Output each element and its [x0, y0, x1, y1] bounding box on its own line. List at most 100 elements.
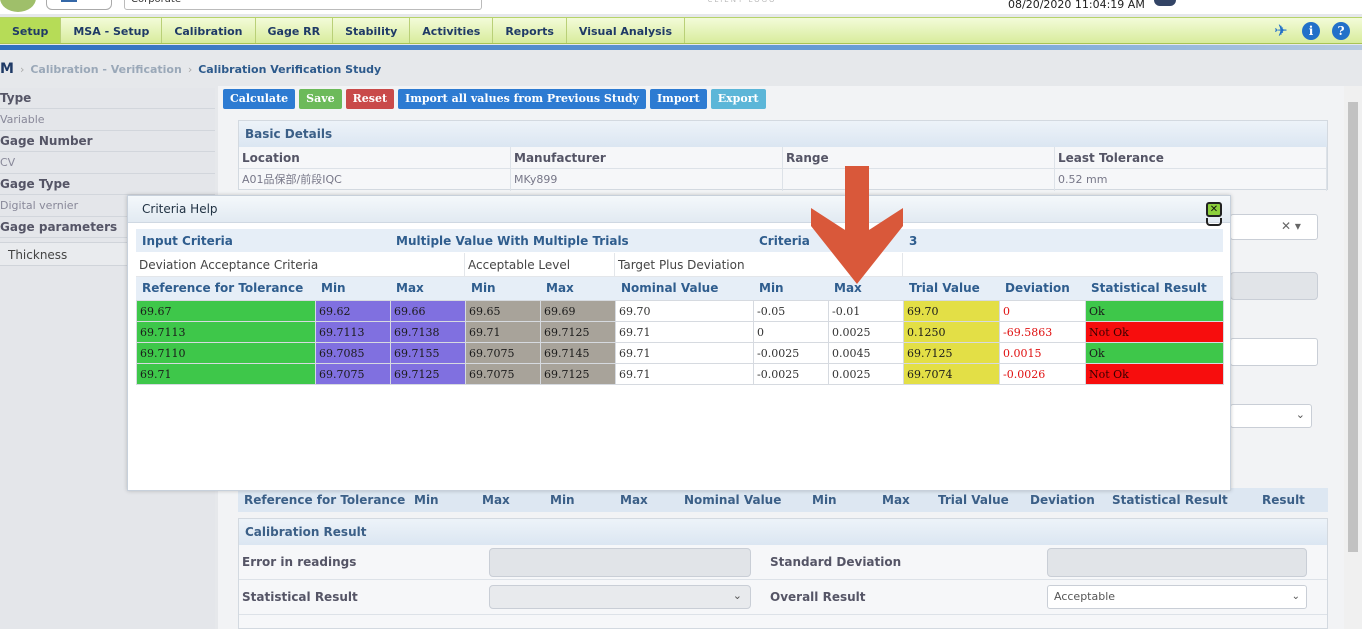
top-header: Corporate CLIENT LOGO 08/20/2020 11:04:1… [0, 0, 1362, 14]
datetime: 08/20/2020 11:04:19 AM [1008, 0, 1145, 11]
app-logo [0, 0, 36, 12]
table-cell: 69.65 [465, 300, 541, 322]
info-icon[interactable]: i [1302, 22, 1320, 40]
criteria-table: 69.67 69.62 69.66 69.65 69.69 69.70 -0.05 -0.01… [136, 300, 1224, 385]
statistical-result-select[interactable]: ⌄ [489, 585, 751, 609]
criteria-help-dialog: Criteria Help ✕ Input Criteria Multiple … [127, 195, 1231, 491]
breadcrumb-calibration-verification[interactable]: Calibration - Verification [30, 63, 181, 76]
table-cell: 69.70 [903, 300, 1000, 322]
table-cell: -0.01 [828, 300, 904, 322]
help-icon[interactable]: ? [1332, 22, 1350, 40]
table-cell: 0.0025 [828, 321, 904, 343]
table-row: 69.67 69.62 69.66 69.65 69.69 69.70 -0.05 -0.01… [136, 300, 1224, 322]
table-cell: -69.5863 [999, 321, 1086, 343]
location-value: A01品保部/前段IQC [242, 173, 342, 186]
col-min: Min [321, 281, 346, 295]
tab-calibration[interactable]: Calibration [162, 18, 256, 43]
vertical-scrollbar[interactable] [1344, 86, 1362, 629]
gage-type-label: Gage Type [0, 174, 215, 195]
table-cell: 69.71 [615, 321, 754, 343]
calibration-result-panel: Calibration Result Error in readings Sta… [238, 518, 1328, 629]
col-trial-value: Trial Value [938, 493, 1009, 507]
table-cell: 69.7113 [136, 321, 316, 343]
pin-icon[interactable]: ✈ [1272, 22, 1290, 40]
tab-reports[interactable]: Reports [493, 18, 567, 43]
acceptable-level-label: Acceptable Level [465, 252, 615, 277]
table-cell: 69.7145 [540, 342, 616, 364]
tab-activities[interactable]: Activities [410, 18, 494, 43]
error-in-readings-field[interactable] [489, 547, 751, 577]
table-cell: 69.71 [465, 321, 541, 343]
table-cell: -0.05 [753, 300, 829, 322]
tab-setup[interactable]: Setup [0, 18, 62, 43]
col-deviation: Deviation [1030, 493, 1095, 507]
table-cell: 69.7113 [315, 321, 391, 343]
col-nominal-value: Nominal Value [684, 493, 782, 507]
tab-stability[interactable]: Stability [333, 18, 411, 43]
col-max: Max [882, 493, 910, 507]
col-result: Result [1262, 493, 1305, 507]
location-label: Location [239, 147, 510, 169]
type-label: Type [0, 88, 215, 109]
table-cell: Ok [1085, 300, 1224, 322]
breadcrumb-home[interactable]: M [0, 61, 14, 77]
col-max: Max [482, 493, 510, 507]
table-cell: 0.0015 [999, 342, 1086, 364]
breadcrumb-current: Calibration Verification Study [198, 63, 382, 76]
basic-details-title: Basic Details [239, 121, 1327, 147]
import-button[interactable]: Import [650, 89, 707, 109]
col-statistical-result: Statistical Result [1112, 493, 1228, 507]
table-cell: 69.7110 [136, 342, 316, 364]
trial-table-header: Reference for Tolerance Min Max Min Max … [238, 488, 1328, 512]
close-icon-shadow [1206, 218, 1222, 226]
table-cell: -0.0025 [753, 363, 829, 385]
multiple-value-label: Multiple Value With Multiple Trials [396, 233, 629, 248]
background-field [1230, 272, 1318, 300]
table-cell: 69.7075 [315, 363, 391, 385]
col-max: Max [620, 493, 648, 507]
criteria-column-header: Reference for Tolerance Min Max Min Max … [136, 277, 1223, 300]
table-cell: -0.0025 [753, 342, 829, 364]
manufacturer-label: Manufacturer [511, 147, 782, 169]
tab-visual-analysis[interactable]: Visual Analysis [567, 18, 685, 43]
input-criteria-row: Input Criteria Multiple Value With Multi… [136, 229, 1223, 253]
scrollbar-thumb[interactable] [1348, 102, 1358, 552]
toolbar: Calculate Save Reset Import all values f… [223, 89, 766, 109]
tab-gage-rr[interactable]: Gage RR [256, 18, 334, 43]
overall-result-select[interactable]: Acceptable ⌄ [1047, 585, 1307, 609]
user-icon[interactable] [1154, 0, 1176, 6]
background-input[interactable] [1230, 338, 1318, 366]
table-cell: 69.7074 [903, 363, 1000, 385]
table-cell: -0.0026 [999, 363, 1086, 385]
type-value: Variable [0, 109, 215, 131]
gage-number-label: Gage Number [0, 131, 215, 152]
corporate-select[interactable]: Corporate [124, 0, 482, 10]
calculate-button[interactable]: Calculate [223, 89, 296, 109]
col-min: Min [550, 493, 575, 507]
basic-details-panel: Basic Details Location A01品保部/前段IQC Manuf… [238, 120, 1328, 191]
table-cell: 69.7075 [465, 363, 541, 385]
table-cell: 69.7125 [903, 342, 1000, 364]
background-dropdown[interactable]: ⌄ [1230, 404, 1312, 428]
table-cell: 69.71 [615, 342, 754, 364]
input-criteria-label: Input Criteria [142, 233, 233, 248]
least-tolerance-label: Least Tolerance [1055, 147, 1326, 169]
table-cell: 69.7138 [390, 321, 466, 343]
standard-deviation-field[interactable] [1047, 547, 1307, 577]
company-logo [46, 0, 112, 10]
background-select[interactable]: ✕ ▾ [1230, 214, 1318, 240]
deviation-acceptance-row: Deviation Acceptance Criteria Acceptable… [136, 252, 1223, 277]
table-cell: 69.7155 [390, 342, 466, 364]
save-button[interactable]: Save [299, 89, 342, 109]
error-in-readings-label: Error in readings [242, 555, 357, 569]
tab-msa-setup[interactable]: MSA - Setup [61, 18, 163, 43]
col-max: Max [546, 281, 574, 295]
reset-button[interactable]: Reset [345, 89, 395, 109]
table-cell: 69.7075 [465, 342, 541, 364]
export-button[interactable]: Export [710, 89, 766, 109]
overall-result-value: Acceptable [1054, 590, 1116, 603]
close-icon[interactable]: ✕ [1206, 202, 1222, 217]
chevron-down-icon: ⌄ [1291, 591, 1300, 602]
import-previous-button[interactable]: Import all values from Previous Study [398, 89, 647, 109]
table-row: 69.71 69.7075 69.7125 69.7075 69.7125 69.71 -0… [136, 363, 1224, 385]
